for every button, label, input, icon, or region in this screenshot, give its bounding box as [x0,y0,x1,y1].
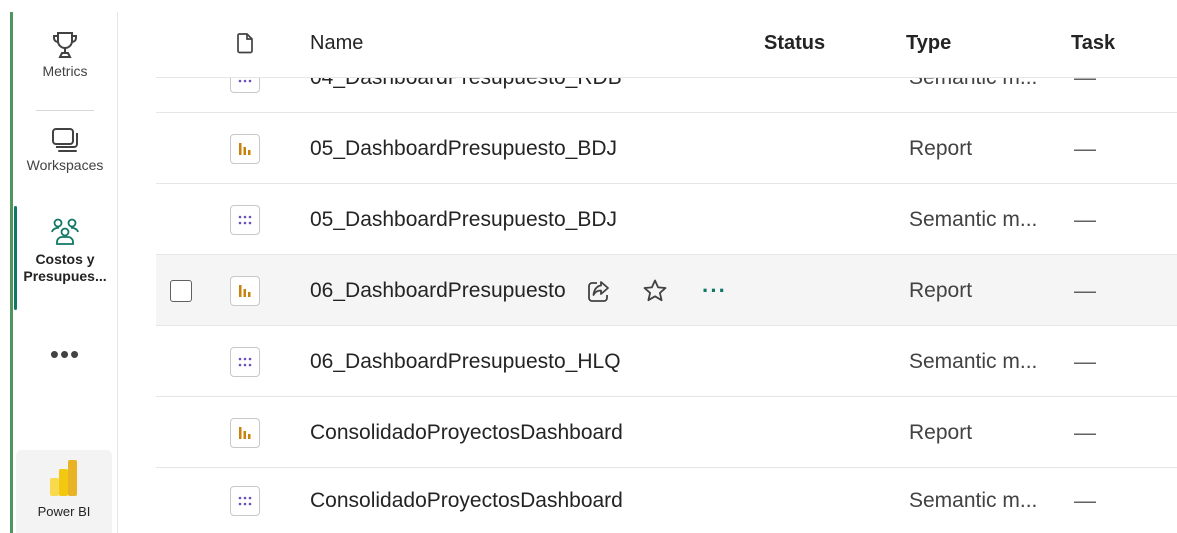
rail-divider [117,12,118,533]
rail-accent-line [10,12,13,533]
item-task: — [1074,487,1096,513]
report-icon [230,417,260,448]
trophy-icon [53,32,77,58]
name-column-header[interactable]: Name [310,32,363,55]
report-icon [230,133,260,164]
favorite-button[interactable] [642,255,668,326]
report-icon [230,275,260,306]
power-bi-logo [50,460,77,496]
more-horizontal-icon: ••• [49,339,81,369]
semantic-model-icon [230,204,260,235]
workspaces-icon [52,128,78,152]
rail-separator [36,110,94,111]
file-type-column-header[interactable] [236,32,254,60]
table-row[interactable]: 06_DashboardPresupuesto_HLQ Semantic m..… [156,326,1177,397]
item-task: — [1074,277,1096,303]
people-group-icon [51,218,79,245]
table-header: Name Status Type Task [156,12,1177,78]
document-icon [237,33,253,54]
table-row[interactable]: ConsolidadoProyectosDashboard Report — [156,397,1177,468]
item-name[interactable]: 05_DashboardPresupuesto_BDJ [310,184,617,255]
item-task: — [1074,348,1096,374]
star-icon [643,279,667,301]
task-column-header[interactable]: Task [1071,32,1115,55]
nav-item-metrics[interactable]: Metrics [16,30,114,80]
row-select-checkbox[interactable] [170,279,192,302]
item-task: — [1074,206,1096,232]
item-type: Report [909,420,973,444]
table-row[interactable]: 06_DashboardPresupuesto ··· Report — [156,255,1177,326]
semantic-model-icon [230,346,260,377]
nav-more-button[interactable]: ••• [16,339,114,369]
table-body: 04_DashboardPresupuesto_RDB Semantic m..… [156,12,1177,533]
item-type: Semantic m... [909,207,1038,231]
power-bi-label: Power BI [37,504,91,519]
type-column-header[interactable]: Type [906,32,951,55]
status-column-header[interactable]: Status [764,32,825,55]
more-options-button[interactable]: ··· [702,255,727,326]
item-type: Semantic m... [909,488,1038,512]
item-task: — [1074,419,1096,445]
item-name[interactable]: ConsolidadoProyectosDashboard [310,468,623,533]
item-name[interactable]: 06_DashboardPresupuesto_HLQ [310,326,621,397]
item-name[interactable]: 06_DashboardPresupuesto [310,255,566,326]
table-row[interactable]: 05_DashboardPresupuesto_BDJ Report — [156,113,1177,184]
workspace-item-table: 04_DashboardPresupuesto_RDB Semantic m..… [156,12,1177,533]
semantic-model-icon [230,485,260,516]
nav-item-workspaces[interactable]: Workspaces [16,126,114,174]
table-row[interactable]: ConsolidadoProyectosDashboard Semantic m… [156,468,1177,533]
item-type: Report [909,136,973,160]
share-button[interactable] [586,255,612,326]
nav-item-costos-presupuestos[interactable]: Costos y Presupues... [16,216,114,285]
item-name[interactable]: 05_DashboardPresupuesto_BDJ [310,113,617,184]
share-icon [588,280,609,302]
item-name[interactable]: ConsolidadoProyectosDashboard [310,397,623,468]
item-task: — [1074,135,1096,161]
left-nav-rail: Metrics Workspaces Costos y Presupues...… [0,0,118,533]
nav-item-workspaces-label: Workspaces [26,157,104,173]
item-type: Report [909,278,973,302]
table-row[interactable]: 05_DashboardPresupuesto_BDJ Semantic m..… [156,184,1177,255]
nav-item-costos-label-line2: Presupues... [23,268,107,284]
nav-item-metrics-label: Metrics [42,63,88,79]
power-bi-app-switcher[interactable]: Power BI [16,450,112,533]
item-type: Semantic m... [909,349,1038,373]
nav-item-costos-label-line1: Costos y [35,251,95,267]
